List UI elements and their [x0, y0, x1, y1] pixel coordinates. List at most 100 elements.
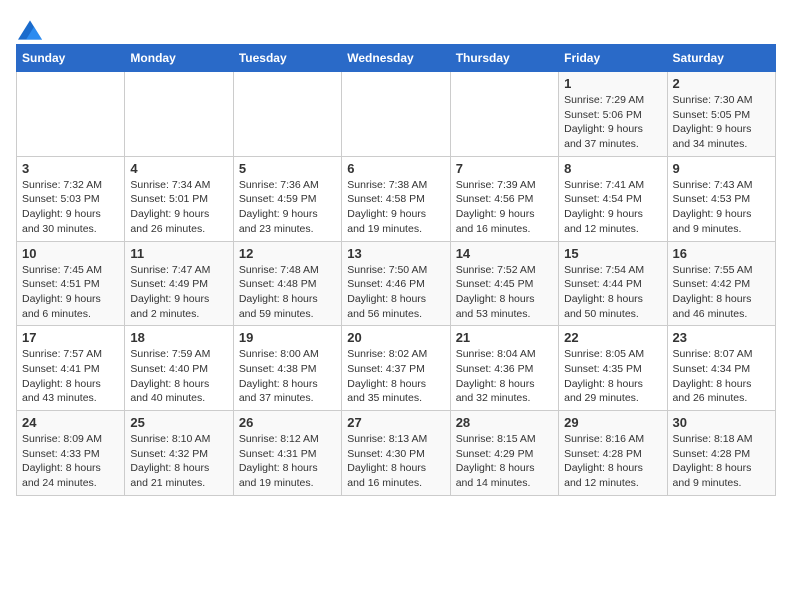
day-info: Sunrise: 8:13 AM Sunset: 4:30 PM Dayligh… — [347, 432, 444, 491]
day-info: Sunrise: 8:02 AM Sunset: 4:37 PM Dayligh… — [347, 347, 444, 406]
col-header-tuesday: Tuesday — [233, 45, 341, 72]
day-info: Sunrise: 7:43 AM Sunset: 4:53 PM Dayligh… — [673, 178, 770, 237]
day-info: Sunrise: 7:54 AM Sunset: 4:44 PM Dayligh… — [564, 263, 661, 322]
calendar-day-cell: 30Sunrise: 8:18 AM Sunset: 4:28 PM Dayli… — [667, 411, 775, 496]
calendar-day-cell: 7 Sunrise: 7:39 AM Sunset: 4:56 PM Daylig… — [450, 156, 558, 241]
day-number: 12 — [239, 246, 336, 261]
calendar-week-row: 1Sunrise: 7:29 AM Sunset: 5:06 PM Daylig… — [17, 72, 776, 157]
day-number: 6 — [347, 161, 444, 176]
day-info: Sunrise: 7:29 AM Sunset: 5:06 PM Dayligh… — [564, 93, 661, 152]
day-info: Sunrise: 8:10 AM Sunset: 4:32 PM Dayligh… — [130, 432, 227, 491]
day-number: 11 — [130, 246, 227, 261]
day-info: Sunrise: 8:05 AM Sunset: 4:35 PM Dayligh… — [564, 347, 661, 406]
day-info: Sunrise: 7:38 AM Sunset: 4:58 PM Dayligh… — [347, 178, 444, 237]
day-info: Sunrise: 7:34 AM Sunset: 5:01 PM Dayligh… — [130, 178, 227, 237]
calendar-day-cell: 10 Sunrise: 7:45 AM Sunset: 4:51 PM Dayli… — [17, 241, 125, 326]
calendar-day-cell: 9Sunrise: 7:43 AM Sunset: 4:53 PM Daylig… — [667, 156, 775, 241]
calendar-day-cell: 2 Sunrise: 7:30 AM Sunset: 5:05 PM Daylig… — [667, 72, 775, 157]
calendar-table: SundayMondayTuesdayWednesdayThursdayFrid… — [16, 44, 776, 496]
col-header-thursday: Thursday — [450, 45, 558, 72]
calendar-day-cell: 28 Sunrise: 8:15 AM Sunset: 4:29 PM Dayli… — [450, 411, 558, 496]
day-info: Sunrise: 7:50 AM Sunset: 4:46 PM Dayligh… — [347, 263, 444, 322]
calendar-day-cell — [233, 72, 341, 157]
day-number: 28 — [456, 415, 553, 430]
day-info: Sunrise: 7:30 AM Sunset: 5:05 PM Dayligh… — [673, 93, 770, 152]
day-number: 10 — [22, 246, 119, 261]
calendar-day-cell: 16 Sunrise: 7:55 AM Sunset: 4:42 PM Dayli… — [667, 241, 775, 326]
day-number: 23 — [673, 330, 770, 345]
day-number: 29 — [564, 415, 661, 430]
calendar-day-cell: 26 Sunrise: 8:12 AM Sunset: 4:31 PM Dayli… — [233, 411, 341, 496]
day-info: Sunrise: 8:12 AM Sunset: 4:31 PM Dayligh… — [239, 432, 336, 491]
day-number: 4 — [130, 161, 227, 176]
day-number: 26 — [239, 415, 336, 430]
calendar-week-row: 3 Sunrise: 7:32 AM Sunset: 5:03 PM Daylig… — [17, 156, 776, 241]
calendar-day-cell: 6 Sunrise: 7:38 AM Sunset: 4:58 PM Daylig… — [342, 156, 450, 241]
day-number: 17 — [22, 330, 119, 345]
day-info: Sunrise: 7:32 AM Sunset: 5:03 PM Dayligh… — [22, 178, 119, 237]
calendar-day-cell: 29 Sunrise: 8:16 AM Sunset: 4:28 PM Dayli… — [559, 411, 667, 496]
day-number: 3 — [22, 161, 119, 176]
day-info: Sunrise: 7:55 AM Sunset: 4:42 PM Dayligh… — [673, 263, 770, 322]
day-info: Sunrise: 7:57 AM Sunset: 4:41 PM Dayligh… — [22, 347, 119, 406]
calendar-day-cell: 18 Sunrise: 7:59 AM Sunset: 4:40 PM Dayli… — [125, 326, 233, 411]
day-info: Sunrise: 8:04 AM Sunset: 4:36 PM Dayligh… — [456, 347, 553, 406]
day-number: 18 — [130, 330, 227, 345]
day-number: 25 — [130, 415, 227, 430]
logo — [16, 20, 42, 36]
col-header-monday: Monday — [125, 45, 233, 72]
logo-icon — [18, 20, 42, 40]
calendar-day-cell: 24 Sunrise: 8:09 AM Sunset: 4:33 PM Dayli… — [17, 411, 125, 496]
day-number: 8 — [564, 161, 661, 176]
day-info: Sunrise: 8:07 AM Sunset: 4:34 PM Dayligh… — [673, 347, 770, 406]
day-info: Sunrise: 7:47 AM Sunset: 4:49 PM Dayligh… — [130, 263, 227, 322]
day-number: 27 — [347, 415, 444, 430]
calendar-day-cell: 14Sunrise: 7:52 AM Sunset: 4:45 PM Dayli… — [450, 241, 558, 326]
calendar-day-cell — [342, 72, 450, 157]
calendar-day-cell: 11 Sunrise: 7:47 AM Sunset: 4:49 PM Dayli… — [125, 241, 233, 326]
day-info: Sunrise: 7:52 AM Sunset: 4:45 PM Dayligh… — [456, 263, 553, 322]
day-number: 21 — [456, 330, 553, 345]
calendar-day-cell: 25 Sunrise: 8:10 AM Sunset: 4:32 PM Dayli… — [125, 411, 233, 496]
day-info: Sunrise: 7:48 AM Sunset: 4:48 PM Dayligh… — [239, 263, 336, 322]
day-number: 30 — [673, 415, 770, 430]
day-number: 22 — [564, 330, 661, 345]
day-info: Sunrise: 7:36 AM Sunset: 4:59 PM Dayligh… — [239, 178, 336, 237]
calendar-day-cell — [450, 72, 558, 157]
col-header-friday: Friday — [559, 45, 667, 72]
calendar-day-cell: 13Sunrise: 7:50 AM Sunset: 4:46 PM Dayli… — [342, 241, 450, 326]
calendar-day-cell: 27 Sunrise: 8:13 AM Sunset: 4:30 PM Dayli… — [342, 411, 450, 496]
day-info: Sunrise: 7:45 AM Sunset: 4:51 PM Dayligh… — [22, 263, 119, 322]
calendar-day-cell: 5 Sunrise: 7:36 AM Sunset: 4:59 PM Daylig… — [233, 156, 341, 241]
day-info: Sunrise: 7:41 AM Sunset: 4:54 PM Dayligh… — [564, 178, 661, 237]
day-number: 7 — [456, 161, 553, 176]
day-info: Sunrise: 7:39 AM Sunset: 4:56 PM Dayligh… — [456, 178, 553, 237]
calendar-day-cell: 17 Sunrise: 7:57 AM Sunset: 4:41 PM Dayli… — [17, 326, 125, 411]
calendar-week-row: 10 Sunrise: 7:45 AM Sunset: 4:51 PM Dayli… — [17, 241, 776, 326]
calendar-day-cell: 12 Sunrise: 7:48 AM Sunset: 4:48 PM Dayli… — [233, 241, 341, 326]
page-header — [16, 16, 776, 36]
day-info: Sunrise: 8:16 AM Sunset: 4:28 PM Dayligh… — [564, 432, 661, 491]
calendar-day-cell: 1Sunrise: 7:29 AM Sunset: 5:06 PM Daylig… — [559, 72, 667, 157]
col-header-wednesday: Wednesday — [342, 45, 450, 72]
calendar-day-cell: 15 Sunrise: 7:54 AM Sunset: 4:44 PM Dayli… — [559, 241, 667, 326]
calendar-day-cell: 20 Sunrise: 8:02 AM Sunset: 4:37 PM Dayli… — [342, 326, 450, 411]
calendar-day-cell — [125, 72, 233, 157]
calendar-day-cell: 21 Sunrise: 8:04 AM Sunset: 4:36 PM Dayli… — [450, 326, 558, 411]
calendar-day-cell: 4 Sunrise: 7:34 AM Sunset: 5:01 PM Daylig… — [125, 156, 233, 241]
day-number: 24 — [22, 415, 119, 430]
day-info: Sunrise: 7:59 AM Sunset: 4:40 PM Dayligh… — [130, 347, 227, 406]
calendar-week-row: 24 Sunrise: 8:09 AM Sunset: 4:33 PM Dayli… — [17, 411, 776, 496]
day-info: Sunrise: 8:09 AM Sunset: 4:33 PM Dayligh… — [22, 432, 119, 491]
day-number: 20 — [347, 330, 444, 345]
day-number: 5 — [239, 161, 336, 176]
day-number: 2 — [673, 76, 770, 91]
calendar-week-row: 17 Sunrise: 7:57 AM Sunset: 4:41 PM Dayli… — [17, 326, 776, 411]
col-header-saturday: Saturday — [667, 45, 775, 72]
calendar-day-cell: 22 Sunrise: 8:05 AM Sunset: 4:35 PM Dayli… — [559, 326, 667, 411]
calendar-header-row: SundayMondayTuesdayWednesdayThursdayFrid… — [17, 45, 776, 72]
day-number: 15 — [564, 246, 661, 261]
day-number: 16 — [673, 246, 770, 261]
calendar-day-cell: 3 Sunrise: 7:32 AM Sunset: 5:03 PM Daylig… — [17, 156, 125, 241]
day-info: Sunrise: 8:15 AM Sunset: 4:29 PM Dayligh… — [456, 432, 553, 491]
